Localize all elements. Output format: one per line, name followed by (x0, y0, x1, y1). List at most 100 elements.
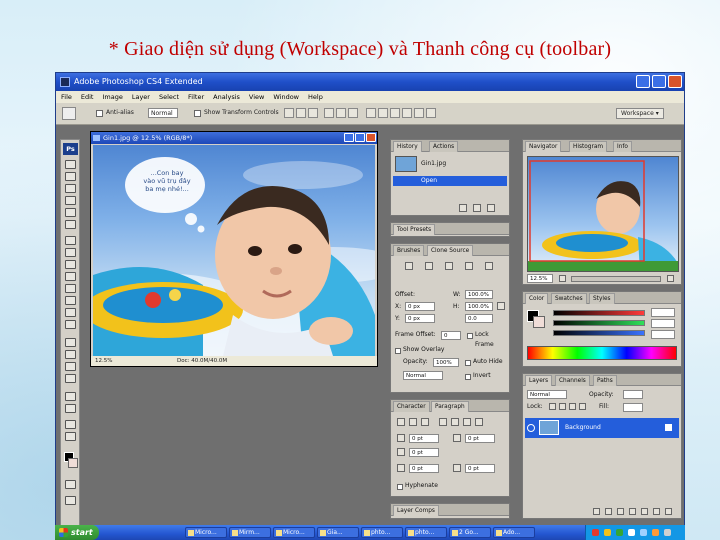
zoom-in-icon[interactable] (667, 275, 674, 282)
layer-fill-input[interactable] (623, 403, 643, 412)
menu-filter[interactable]: Filter (188, 91, 204, 103)
new-layer-icon[interactable] (653, 508, 660, 515)
workspace-button[interactable]: Workspace ▾ (616, 108, 664, 119)
layer-style-icon[interactable] (605, 508, 612, 515)
menu-view[interactable]: View (249, 91, 264, 103)
rotation-angle-input[interactable]: 0.0 (465, 314, 493, 323)
tray-icon-3[interactable] (616, 529, 623, 536)
document-titlebar[interactable]: Gin1.jpg @ 12.5% (RGB/8*) (91, 132, 377, 144)
background-color-swatch[interactable] (68, 458, 78, 468)
invert-checkbox[interactable] (465, 374, 471, 380)
tab-navigator[interactable]: Navigator (525, 141, 562, 152)
image-canvas[interactable]: ...Con bay vào vũ trụ đây ba mẹ nhé!... (93, 145, 375, 356)
align-top-icon[interactable] (284, 108, 294, 118)
menu-analysis[interactable]: Analysis (213, 91, 240, 103)
taskbar-item-4[interactable]: Gia... (317, 527, 359, 538)
navigator-zoom-slider[interactable] (571, 276, 661, 282)
blur-tool-icon[interactable] (65, 308, 76, 317)
tab-channels[interactable]: Channels (555, 375, 590, 386)
x-offset-input[interactable]: 0 px (405, 302, 435, 311)
lock-all-icon[interactable] (579, 403, 586, 410)
navigator-preview[interactable] (527, 156, 679, 272)
frame-offset-input[interactable]: 0 (441, 331, 461, 340)
tab-brushes[interactable]: Brushes (393, 245, 425, 256)
tab-layers[interactable]: Layers (525, 375, 553, 386)
tray-icon-7[interactable] (664, 529, 671, 536)
layer-blend-mode-select[interactable]: Normal (527, 390, 567, 399)
tab-paragraph[interactable]: Paragraph (431, 401, 469, 412)
path-selection-tool-icon[interactable] (65, 362, 76, 371)
history-snapshot-name[interactable]: Gin1.jpg (421, 159, 446, 169)
layer-visibility-eye-icon[interactable] (527, 424, 535, 432)
blue-value-input[interactable] (651, 330, 675, 339)
distribute-center-icon[interactable] (414, 108, 424, 118)
lock-pixels-icon[interactable] (559, 403, 566, 410)
brush-tool-icon[interactable] (65, 248, 76, 257)
tab-color[interactable]: Color (525, 293, 549, 304)
history-state-open[interactable]: Open (393, 176, 507, 186)
document-window[interactable]: Gin1.jpg @ 12.5% (RGB/8*) ...Con bay vào… (90, 131, 378, 367)
clone-source-3-icon[interactable] (445, 262, 453, 270)
style-select[interactable]: Normal (148, 108, 178, 118)
taskbar-item-3[interactable]: Micro... (273, 527, 315, 538)
red-slider[interactable] (553, 310, 645, 316)
lasso-tool-icon[interactable] (65, 184, 76, 193)
overlay-opacity-input[interactable]: 100% (433, 358, 459, 367)
dodge-tool-icon[interactable] (65, 320, 76, 329)
tab-swatches[interactable]: Swatches (551, 293, 587, 304)
eraser-tool-icon[interactable] (65, 284, 76, 293)
zoom-level[interactable]: 12.5% (95, 356, 112, 366)
blue-slider[interactable] (553, 330, 645, 336)
close-button[interactable] (668, 75, 682, 88)
green-slider[interactable] (553, 320, 645, 326)
menu-window[interactable]: Window (273, 91, 299, 103)
clone-source-1-icon[interactable] (405, 262, 413, 270)
antialias-checkbox[interactable] (96, 110, 103, 117)
menu-layer[interactable]: Layer (132, 91, 150, 103)
overlay-blend-select[interactable]: Normal (403, 371, 443, 380)
justify-all-icon[interactable] (475, 418, 483, 426)
space-before-input[interactable]: 0 pt (409, 464, 439, 473)
shape-tool-icon[interactable] (65, 374, 76, 383)
align-center-text-icon[interactable] (409, 418, 417, 426)
gradient-tool-icon[interactable] (65, 296, 76, 305)
tab-styles[interactable]: Styles (589, 293, 615, 304)
zoom-tool-icon[interactable] (65, 432, 76, 441)
color-background-swatch[interactable] (533, 316, 545, 328)
app-titlebar[interactable]: Adobe Photoshop CS4 Extended (56, 73, 684, 91)
zoom-out-icon[interactable] (559, 275, 566, 282)
lock-frame-checkbox[interactable] (467, 333, 473, 339)
align-center-icon[interactable] (336, 108, 346, 118)
taskbar-item-2[interactable]: Mirm... (229, 527, 271, 538)
auto-hide-checkbox[interactable] (465, 360, 471, 366)
layer-name[interactable]: Background (565, 423, 601, 433)
3d-rotate-tool-icon[interactable] (65, 392, 76, 401)
taskbar-item-6[interactable]: phto... (405, 527, 447, 538)
tab-histogram[interactable]: Histogram (569, 141, 608, 152)
clone-stamp-tool-icon[interactable] (65, 260, 76, 269)
distribute-middle-icon[interactable] (378, 108, 388, 118)
distribute-top-icon[interactable] (366, 108, 376, 118)
justify-last-right-icon[interactable] (463, 418, 471, 426)
hyphenate-checkbox[interactable] (397, 484, 403, 490)
indent-right-input[interactable]: 0 pt (465, 434, 495, 443)
menu-file[interactable]: File (61, 91, 72, 103)
distribute-right-icon[interactable] (426, 108, 436, 118)
menu-select[interactable]: Select (159, 91, 179, 103)
tab-history[interactable]: History (393, 141, 422, 152)
taskbar-item-8[interactable]: Ado... (493, 527, 535, 538)
taskbar-item-7[interactable]: 2 Go... (449, 527, 491, 538)
align-middle-icon[interactable] (296, 108, 306, 118)
space-after-input[interactable]: 0 pt (465, 464, 495, 473)
start-button[interactable]: start (55, 525, 99, 540)
maximize-button[interactable] (652, 75, 666, 88)
tab-paths[interactable]: Paths (593, 375, 617, 386)
tab-actions[interactable]: Actions (429, 141, 459, 152)
width-scale-input[interactable]: 100.0% (465, 290, 493, 299)
taskbar-item-1[interactable]: Micro... (185, 527, 227, 538)
delete-state-icon[interactable] (487, 204, 495, 212)
tray-icon-6[interactable] (652, 529, 659, 536)
layer-opacity-input[interactable] (623, 390, 643, 399)
y-offset-input[interactable]: 0 px (405, 314, 435, 323)
menu-image[interactable]: Image (102, 91, 122, 103)
